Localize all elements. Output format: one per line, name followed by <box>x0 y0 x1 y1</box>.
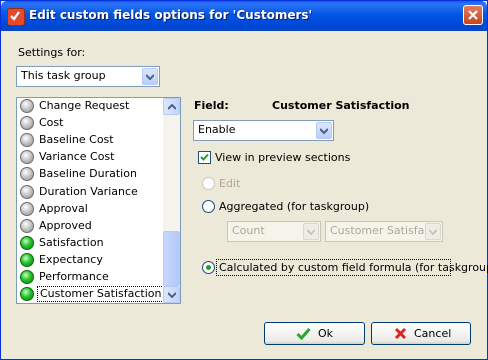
list-item-label: Variance Cost <box>39 150 115 164</box>
list-item[interactable]: Duration Variance <box>18 184 164 201</box>
status-green-icon <box>20 287 34 302</box>
settings-for-value: This task group <box>21 69 106 82</box>
list-item-label: Performance <box>39 270 109 283</box>
calculated-radio[interactable] <box>202 261 215 274</box>
title-bar: Edit custom fields options for 'Customer… <box>1 1 487 31</box>
list-scrollbar[interactable] <box>163 98 180 303</box>
status-grey-icon <box>20 201 34 216</box>
status-grey-icon <box>20 99 34 113</box>
field-mode-value: Enable <box>198 123 236 136</box>
app-icon <box>7 8 25 26</box>
status-green-icon <box>20 270 34 284</box>
chevron-down-icon[interactable] <box>425 223 441 240</box>
chevron-down-icon <box>167 292 176 298</box>
list-item-label: Baseline Duration <box>39 167 137 181</box>
list-item[interactable]: Cost <box>18 115 164 132</box>
close-button[interactable] <box>463 5 483 25</box>
dialog-window: Edit custom fields options for 'Customer… <box>0 0 488 360</box>
cancel-button[interactable]: Cancel <box>371 322 471 345</box>
list-item[interactable]: Customer Satisfaction <box>18 286 165 303</box>
status-grey-icon <box>20 116 34 131</box>
status-green-icon <box>20 252 34 267</box>
list-item[interactable]: Performance <box>18 269 164 286</box>
status-green-icon <box>20 235 34 250</box>
cancel-button-label: Cancel <box>414 327 452 340</box>
ok-button-label: Ok <box>318 327 334 340</box>
edit-radio-label: Edit <box>219 177 241 190</box>
scroll-thumb[interactable] <box>163 231 180 286</box>
edit-radio[interactable] <box>202 177 215 190</box>
aggregated-radio-label: Aggregated (for taskgroup) <box>219 200 370 213</box>
checkmark-icon <box>296 328 311 340</box>
list-item[interactable]: Expectancy <box>18 252 164 269</box>
settings-for-select[interactable]: This task group <box>16 66 160 87</box>
list-item[interactable]: Variance Cost <box>18 149 164 166</box>
scroll-down-button[interactable] <box>163 286 180 303</box>
list-item-label: Approval <box>39 201 88 215</box>
x-icon <box>394 327 407 340</box>
status-grey-icon <box>20 133 34 148</box>
aggregate-field-select[interactable]: Customer Satisfactic <box>325 221 443 242</box>
status-grey-icon <box>20 150 34 165</box>
list-item-label: Approved <box>39 218 92 232</box>
window-title: Edit custom fields options for 'Customer… <box>29 8 313 22</box>
scroll-up-button[interactable] <box>163 98 180 115</box>
aggregate-function-select[interactable]: Count <box>227 221 321 242</box>
list-item-label: Expectancy <box>39 252 103 266</box>
list-item-label: Cost <box>39 116 64 130</box>
view-in-preview-label: View in preview sections <box>215 151 351 164</box>
chevron-down-icon[interactable] <box>142 68 158 85</box>
chevron-down-icon[interactable] <box>303 223 319 240</box>
aggregate-function-value: Count <box>232 224 265 237</box>
list-item[interactable]: Satisfaction <box>18 235 164 252</box>
field-list[interactable]: Change Request Cost Baseline Cost Variance … <box>16 97 181 304</box>
chevron-down-icon[interactable] <box>316 122 332 139</box>
ok-button[interactable]: Ok <box>264 322 365 345</box>
chevron-up-icon <box>167 104 176 110</box>
list-item-label: Duration Variance <box>39 184 138 198</box>
radio-selected-dot <box>206 265 211 270</box>
list-item-label: Change Request <box>39 99 130 112</box>
list-item[interactable]: Change Request <box>18 98 164 115</box>
field-mode-select[interactable]: Enable <box>193 120 334 141</box>
close-icon <box>468 10 478 20</box>
list-item[interactable]: Approval <box>18 201 164 218</box>
list-item-label: Customer Satisfaction <box>37 286 165 303</box>
status-grey-icon <box>20 167 34 182</box>
list-item[interactable]: Baseline Duration <box>18 166 164 183</box>
list-item-label: Baseline Cost <box>39 133 114 147</box>
aggregated-radio[interactable] <box>202 200 215 213</box>
view-in-preview-checkbox[interactable] <box>198 151 211 164</box>
field-name: Customer Satisfaction <box>272 99 410 112</box>
checkmark-icon <box>200 153 209 161</box>
status-grey-icon <box>20 184 34 199</box>
list-item[interactable]: Baseline Cost <box>18 132 164 149</box>
status-grey-icon <box>20 218 34 233</box>
field-label: Field: <box>194 99 229 112</box>
aggregate-field-value: Customer Satisfactic <box>330 224 425 237</box>
settings-for-label: Settings for: <box>18 46 86 59</box>
calculated-radio-label: Calculated by custom field formula (for … <box>219 261 488 274</box>
list-item-label: Satisfaction <box>39 235 104 249</box>
list-item[interactable]: Approved <box>18 218 164 235</box>
